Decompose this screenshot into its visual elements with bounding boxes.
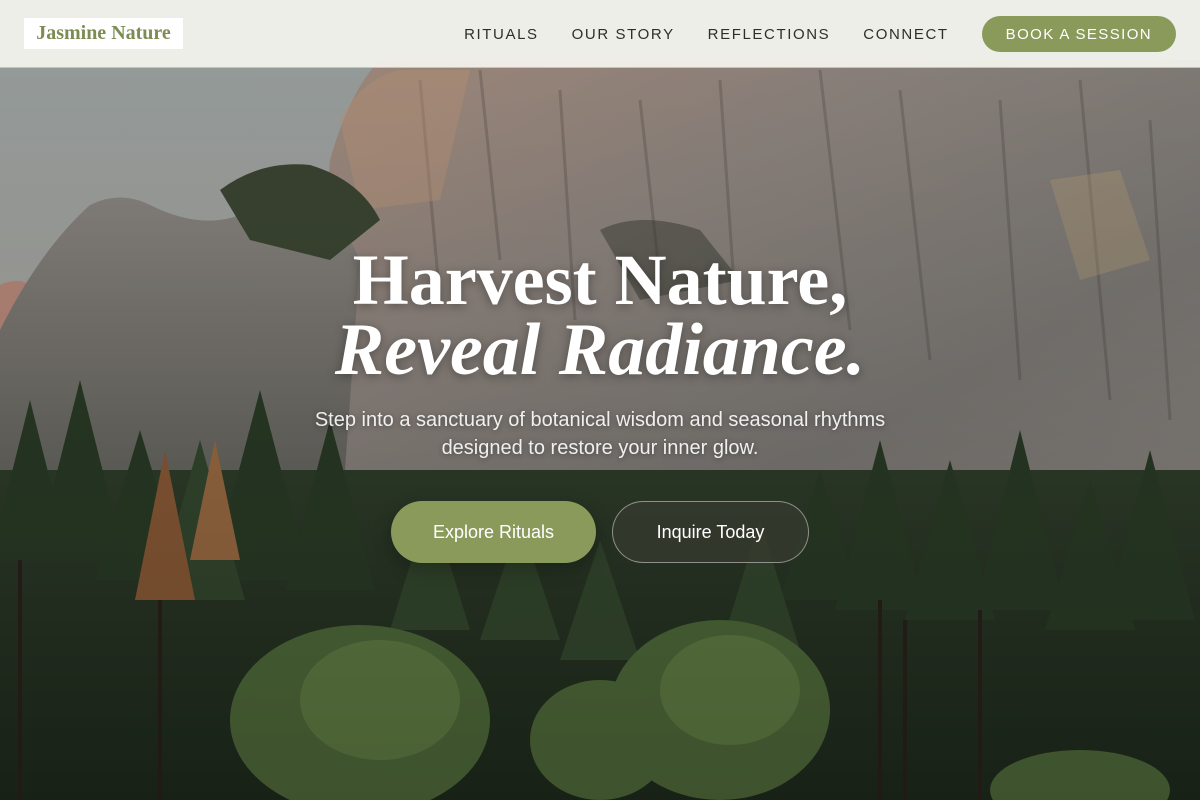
hero-headline-line2: Reveal Radiance. (334, 309, 866, 391)
nav-link-our-story[interactable]: OUR STORY (572, 26, 675, 43)
nav-link-connect[interactable]: CONNECT (863, 26, 948, 43)
nav-link-reflections[interactable]: REFLECTIONS (708, 26, 831, 43)
inquire-today-button[interactable]: Inquire Today (612, 501, 809, 563)
main-nav: RITUALS OUR STORY REFLECTIONS CONNECT BO… (464, 0, 1176, 68)
nav-link-rituals[interactable]: RITUALS (464, 26, 539, 43)
book-session-button[interactable]: BOOK A SESSION (981, 16, 1176, 52)
explore-rituals-button[interactable]: Explore Rituals (391, 501, 596, 563)
site-header: Jasmine Nature RITUALS OUR STORY REFLECT… (0, 0, 1200, 68)
hero-subtitle: Step into a sanctuary of botanical wisdo… (314, 409, 886, 459)
brand-logo[interactable]: Jasmine Nature (24, 18, 183, 49)
hero-section: Harvest Nature, Reveal Radiance. Step in… (0, 0, 1200, 800)
